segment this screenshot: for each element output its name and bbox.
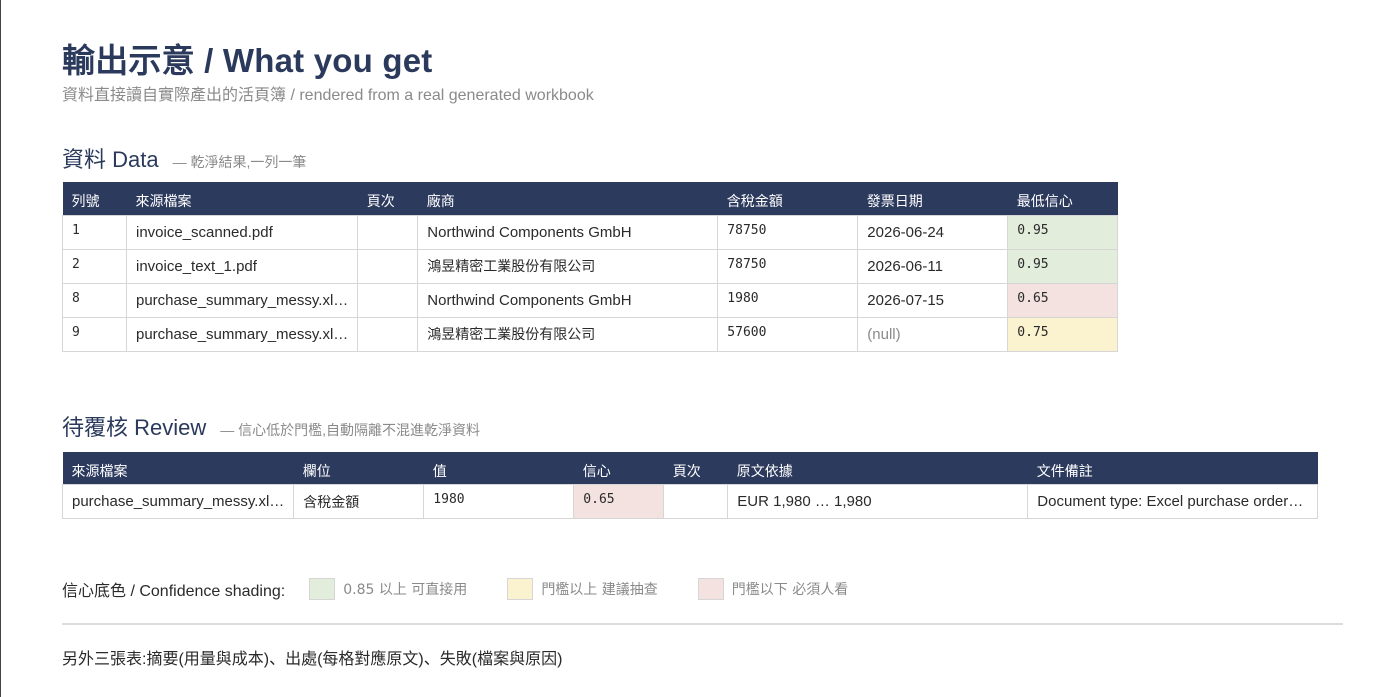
document-note-cell: Document type: Excel purchase order… <box>1027 484 1319 519</box>
source-file-cell: purchase_summary_messy.xl… <box>125 282 359 318</box>
source-file-cell: purchase_summary_messy.xl… <box>125 316 359 352</box>
column-header-page[interactable]: 頁次 <box>663 451 728 485</box>
column-header-invoice-date[interactable]: 發票日期 <box>857 182 1008 215</box>
date-cell: 2026-07-15 <box>857 282 1009 318</box>
legend-swatch-mid <box>507 578 534 600</box>
legend-swatch-low <box>697 578 724 600</box>
date-cell: 2026-06-11 <box>857 248 1009 284</box>
page-cell <box>357 316 419 352</box>
table-row[interactable]: 9 purchase_summary_messy.xl… 鴻昱精密工業股份有限公… <box>62 316 1119 352</box>
column-header-source-file[interactable]: 來源檔案 <box>62 451 294 485</box>
evidence-cell: EUR 1,980 … 1,980 <box>727 484 1029 519</box>
column-header-field[interactable]: 欄位 <box>293 451 424 485</box>
field-cell: 含稅金額 <box>293 484 425 519</box>
confidence-cell: 0.65 <box>573 484 665 519</box>
confidence-legend: 信心底色 / Confidence shading: 0.85 以上 可直接用 … <box>62 577 1395 601</box>
table-row[interactable]: 8 purchase_summary_messy.xl… Northwind C… <box>62 282 1119 318</box>
confidence-cell: 0.95 <box>1007 214 1119 250</box>
amount-cell: 78750 <box>717 248 859 284</box>
value-cell: 1980 <box>423 484 575 519</box>
review-section-title: 待覆核 Review <box>62 414 207 440</box>
legend-text-high: 0.85 以上 可直接用 <box>343 582 468 598</box>
page: 輸出示意 / What you get 資料直接讀自實際產出的活頁簿 / ren… <box>1 0 1395 669</box>
column-header-document-note[interactable]: 文件備註 <box>1027 451 1318 485</box>
source-file-cell: invoice_text_1.pdf <box>125 248 359 284</box>
column-header-vendor[interactable]: 廠商 <box>417 182 718 215</box>
confidence-cell: 0.65 <box>1007 282 1119 318</box>
row-number-cell: 1 <box>62 214 127 250</box>
column-header-confidence[interactable]: 信心 <box>573 451 664 485</box>
footer-note: 另外三張表:摘要(用量與成本)、出處(每格對應原文)、失敗(檔案與原因) <box>62 651 563 668</box>
amount-cell: 1980 <box>717 282 859 318</box>
row-number-cell: 9 <box>62 316 127 352</box>
divider <box>62 623 1343 625</box>
row-number-cell: 2 <box>62 248 127 284</box>
column-header-page[interactable]: 頁次 <box>357 182 418 215</box>
vendor-cell: 鴻昱精密工業股份有限公司 <box>417 316 719 352</box>
date-cell: 2026-06-24 <box>857 214 1009 250</box>
review-section-header: 待覆核 Review — 信心低於門檻,自動隔離不混進乾淨資料 <box>62 410 1395 442</box>
confidence-cell: 0.95 <box>1007 248 1119 284</box>
column-header-evidence[interactable]: 原文依據 <box>727 451 1028 485</box>
row-number-cell: 8 <box>62 282 127 318</box>
legend-item-low: 門檻以下 必須人看 <box>697 578 849 600</box>
column-header-source-file[interactable]: 來源檔案 <box>126 182 358 215</box>
review-table: 來源檔案 欄位 值 信心 頁次 原文依據 文件備註 purchase_summa… <box>61 451 1319 519</box>
date-cell: (null) <box>857 316 1009 352</box>
legend-item-mid: 門檻以上 建議抽查 <box>507 578 658 600</box>
page-cell <box>663 484 729 519</box>
page-cell <box>357 282 419 318</box>
column-header-amount[interactable]: 含稅金額 <box>717 182 858 215</box>
legend-swatch-high <box>309 578 336 600</box>
data-section-title: 資料 Data <box>62 147 159 172</box>
page-subtitle: 資料直接讀自實際產出的活頁簿 / rendered from a real ge… <box>62 87 594 104</box>
confidence-cell: 0.75 <box>1007 316 1119 352</box>
page-cell <box>357 214 419 250</box>
column-header-min-confidence[interactable]: 最低信心 <box>1007 182 1118 215</box>
vendor-cell: 鴻昱精密工業股份有限公司 <box>417 248 719 284</box>
amount-cell: 57600 <box>717 316 859 352</box>
data-table-header-row: 列號 來源檔案 頁次 廠商 含稅金額 發票日期 最低信心 <box>62 182 1118 215</box>
source-file-cell: purchase_summary_messy.xl… <box>61 484 295 519</box>
data-section-note: — 乾淨結果,一列一筆 <box>172 154 307 170</box>
data-table: 列號 來源檔案 頁次 廠商 含稅金額 發票日期 最低信心 1 invoice_s… <box>62 182 1119 352</box>
vendor-cell: Northwind Components GmbH <box>417 214 719 250</box>
review-table-header-row: 來源檔案 欄位 值 信心 頁次 原文依據 文件備註 <box>62 451 1318 485</box>
column-header-value[interactable]: 值 <box>423 451 574 485</box>
legend-item-high: 0.85 以上 可直接用 <box>309 578 467 600</box>
page-title: 輸出示意 / What you get <box>62 42 433 79</box>
data-section-header: 資料 Data — 乾淨結果,一列一筆 <box>62 142 1395 174</box>
page-cell <box>357 248 419 284</box>
source-file-cell: invoice_scanned.pdf <box>125 214 359 250</box>
legend-text-low: 門檻以下 必須人看 <box>731 582 849 598</box>
legend-text-mid: 門檻以上 建議抽查 <box>541 582 658 598</box>
table-row[interactable]: purchase_summary_messy.xl… 含稅金額 1980 0.6… <box>61 484 1319 519</box>
amount-cell: 78750 <box>717 214 859 250</box>
table-row[interactable]: 2 invoice_text_1.pdf 鴻昱精密工業股份有限公司 78750 … <box>62 248 1119 284</box>
column-header-row-number[interactable]: 列號 <box>62 182 127 215</box>
vendor-cell: Northwind Components GmbH <box>417 282 719 318</box>
table-row[interactable]: 1 invoice_scanned.pdf Northwind Componen… <box>62 214 1119 250</box>
legend-label: 信心底色 / Confidence shading: <box>62 583 286 600</box>
review-section-note: — 信心低於門檻,自動隔離不混進乾淨資料 <box>220 421 481 438</box>
